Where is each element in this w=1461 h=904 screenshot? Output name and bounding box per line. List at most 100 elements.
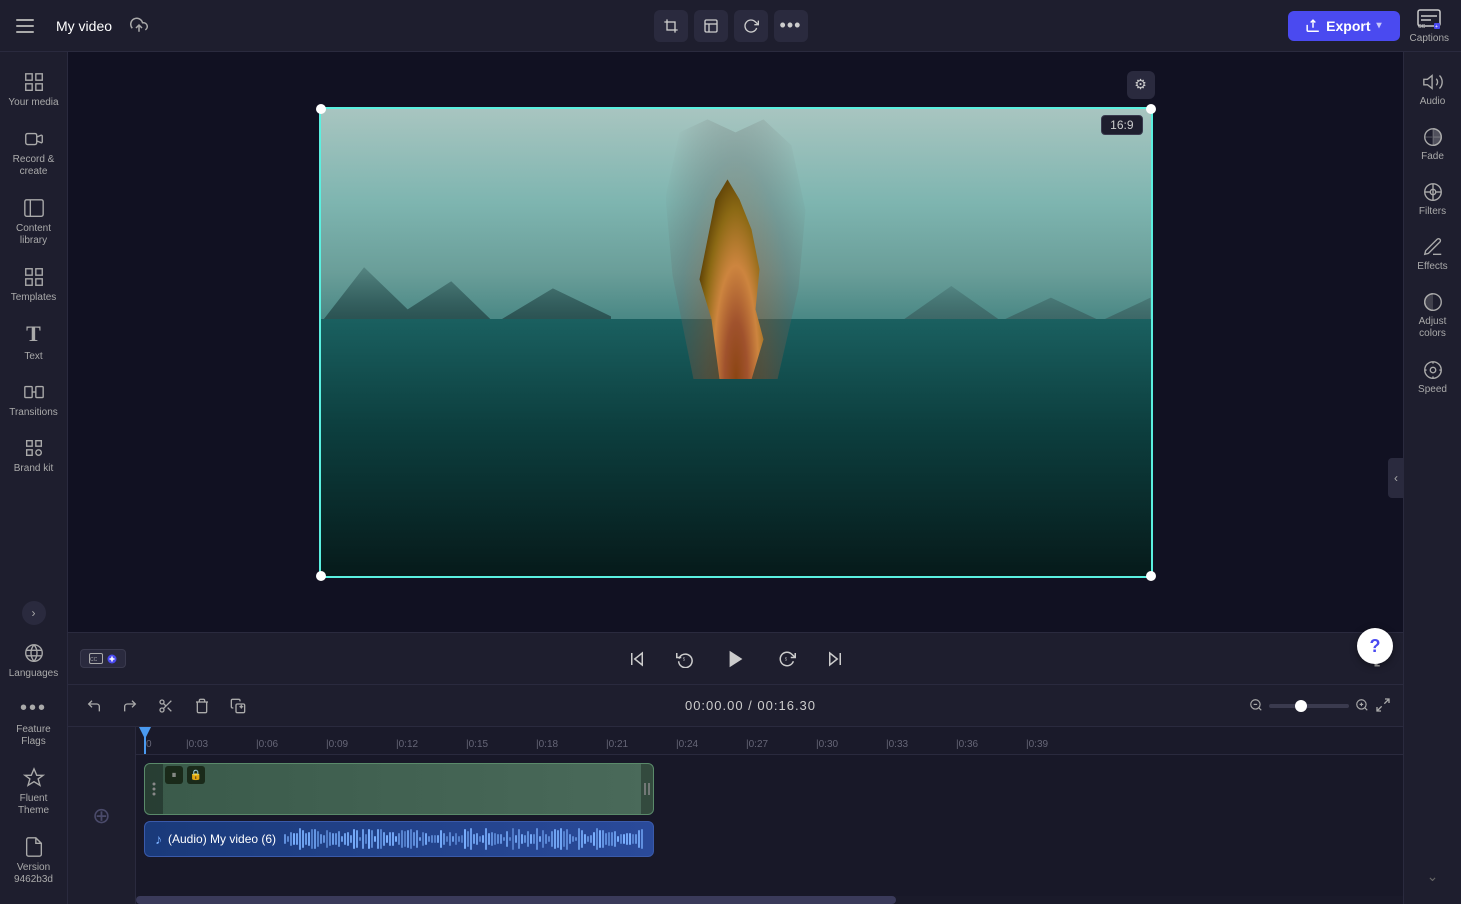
canvas-settings-button[interactable]: ⚙	[1127, 71, 1155, 99]
rewind-5s-button[interactable]: 5	[669, 643, 701, 675]
right-sidebar-bottom-expand[interactable]: ⌄	[1427, 868, 1439, 885]
wave-bar	[437, 835, 439, 843]
wave-bar	[302, 830, 304, 849]
captions-overlay-button[interactable]: CC	[80, 649, 126, 668]
undo-button[interactable]	[80, 692, 108, 720]
wave-bar	[611, 832, 613, 845]
resize-handle-tl[interactable]	[316, 104, 326, 114]
sidebar-item-languages[interactable]: Languages	[4, 633, 64, 687]
right-sidebar-item-audio[interactable]: Audio	[1407, 62, 1459, 115]
sidebar-item-templates[interactable]: Templates	[4, 257, 64, 311]
video-canvas[interactable]	[319, 107, 1153, 578]
resize-handle-bl[interactable]	[316, 571, 326, 581]
sidebar-item-record-create[interactable]: Record & create	[4, 119, 64, 186]
wave-bar	[458, 836, 460, 841]
wave-bar	[518, 829, 520, 849]
right-sidebar-collapse-button[interactable]: ‹	[1388, 458, 1404, 498]
resize-handle-br[interactable]	[1146, 571, 1156, 581]
video-preview: ⚙	[68, 52, 1403, 632]
timeline-scrollbar[interactable]	[136, 896, 1403, 904]
crop-button[interactable]	[654, 10, 688, 42]
wave-bar	[527, 831, 529, 848]
timeline-scrollbar-thumb[interactable]	[136, 896, 896, 904]
audio-track-label: (Audio) My video (6)	[168, 832, 276, 846]
wave-bar	[566, 829, 568, 850]
right-sidebar-item-fade[interactable]: Fade	[1407, 117, 1459, 170]
fluent-theme-label: Fluent Theme	[8, 793, 60, 817]
zoom-thumb[interactable]	[1295, 700, 1307, 712]
wave-bar	[344, 833, 346, 844]
right-sidebar-item-adjust-colors[interactable]: Adjust colors	[1407, 282, 1459, 348]
captions-panel-button[interactable]: CC + Captions	[1410, 7, 1449, 44]
wave-bar	[446, 836, 448, 841]
zoom-out-button[interactable]	[1249, 697, 1263, 715]
playhead[interactable]	[144, 727, 146, 754]
wave-bar	[338, 831, 340, 848]
wave-bar	[308, 832, 310, 845]
content-library-label: Content library	[8, 223, 60, 247]
wave-bar	[476, 833, 478, 845]
redo-button[interactable]	[116, 692, 144, 720]
zoom-in-button[interactable]	[1355, 697, 1369, 715]
play-pause-button[interactable]	[717, 640, 755, 678]
skip-to-start-button[interactable]	[621, 643, 653, 675]
record-create-icon	[23, 127, 45, 150]
wave-bar	[389, 832, 391, 846]
fade-icon	[1422, 125, 1444, 148]
track-lock-button[interactable]: 🔒	[187, 766, 205, 784]
project-name-input[interactable]: My video	[48, 14, 120, 38]
sidebar-item-content-library[interactable]: Content library	[4, 188, 64, 255]
zoom-slider[interactable]	[1269, 704, 1349, 708]
audio-track[interactable]: ♪ (Audio) My video (6)	[144, 821, 654, 857]
wave-bar	[635, 834, 637, 845]
wave-bar	[362, 829, 364, 850]
hamburger-menu-button[interactable]	[12, 15, 38, 37]
wave-bar	[395, 836, 397, 843]
resize-handle-tr[interactable]	[1146, 104, 1156, 114]
wave-bar	[554, 829, 556, 850]
timeline-left-gutter: ⊕	[68, 727, 136, 904]
help-button[interactable]: ?	[1357, 628, 1393, 664]
right-sidebar-item-speed[interactable]: Speed	[1407, 350, 1459, 403]
track-grip-right[interactable]	[641, 764, 653, 814]
time-display: 00:00.00 / 00:16.30	[260, 698, 1241, 713]
wave-bar	[383, 832, 385, 846]
timeline-zoom-area	[1249, 697, 1391, 715]
wave-bar	[464, 829, 466, 848]
sidebar-collapse-button[interactable]: ›	[22, 601, 46, 625]
cut-button[interactable]	[152, 692, 180, 720]
wave-bar	[332, 833, 334, 845]
right-sidebar-item-effects[interactable]: Effects	[1407, 227, 1459, 280]
sidebar-item-text[interactable]: T Text	[4, 313, 64, 370]
layout-button[interactable]	[694, 10, 728, 42]
export-button[interactable]: Export ▾	[1288, 11, 1399, 41]
wave-bar	[548, 836, 550, 843]
sidebar-item-fluent-theme[interactable]: Fluent Theme	[4, 758, 64, 825]
more-options-button[interactable]: •••	[774, 10, 808, 42]
forward-5s-button[interactable]: 5	[771, 643, 803, 675]
skip-to-end-button[interactable]	[819, 643, 851, 675]
aspect-ratio-badge[interactable]: 16:9	[1101, 115, 1142, 135]
effects-icon	[1422, 235, 1444, 258]
sidebar-item-your-media[interactable]: Your media	[4, 62, 64, 117]
duplicate-button[interactable]	[224, 692, 252, 720]
timeline-expand-button[interactable]	[1375, 697, 1391, 715]
sidebar-item-feature-flags[interactable]: ••• Feature Flags	[4, 689, 64, 756]
wave-bar	[557, 830, 559, 848]
version-label: Version 9462b3d	[8, 862, 60, 886]
sidebar-item-version: Version 9462b3d	[4, 827, 64, 894]
video-track[interactable]: ⏸ 🔒	[144, 763, 654, 815]
wave-bar	[368, 829, 370, 850]
wave-bar	[443, 833, 445, 844]
sidebar-item-transitions[interactable]: Transitions	[4, 372, 64, 426]
wave-bar	[569, 834, 571, 843]
playback-controls: CC 5	[68, 632, 1403, 684]
right-sidebar-item-filters[interactable]: Filters	[1407, 172, 1459, 225]
sidebar-item-brand-kit[interactable]: Brand kit	[4, 428, 64, 482]
wave-bar	[503, 837, 505, 842]
rotate-button[interactable]	[734, 10, 768, 42]
delete-button[interactable]	[188, 692, 216, 720]
wave-bar	[626, 833, 628, 845]
save-to-cloud-button[interactable]	[130, 16, 148, 34]
track-mute-button[interactable]: ⏸	[165, 766, 183, 784]
